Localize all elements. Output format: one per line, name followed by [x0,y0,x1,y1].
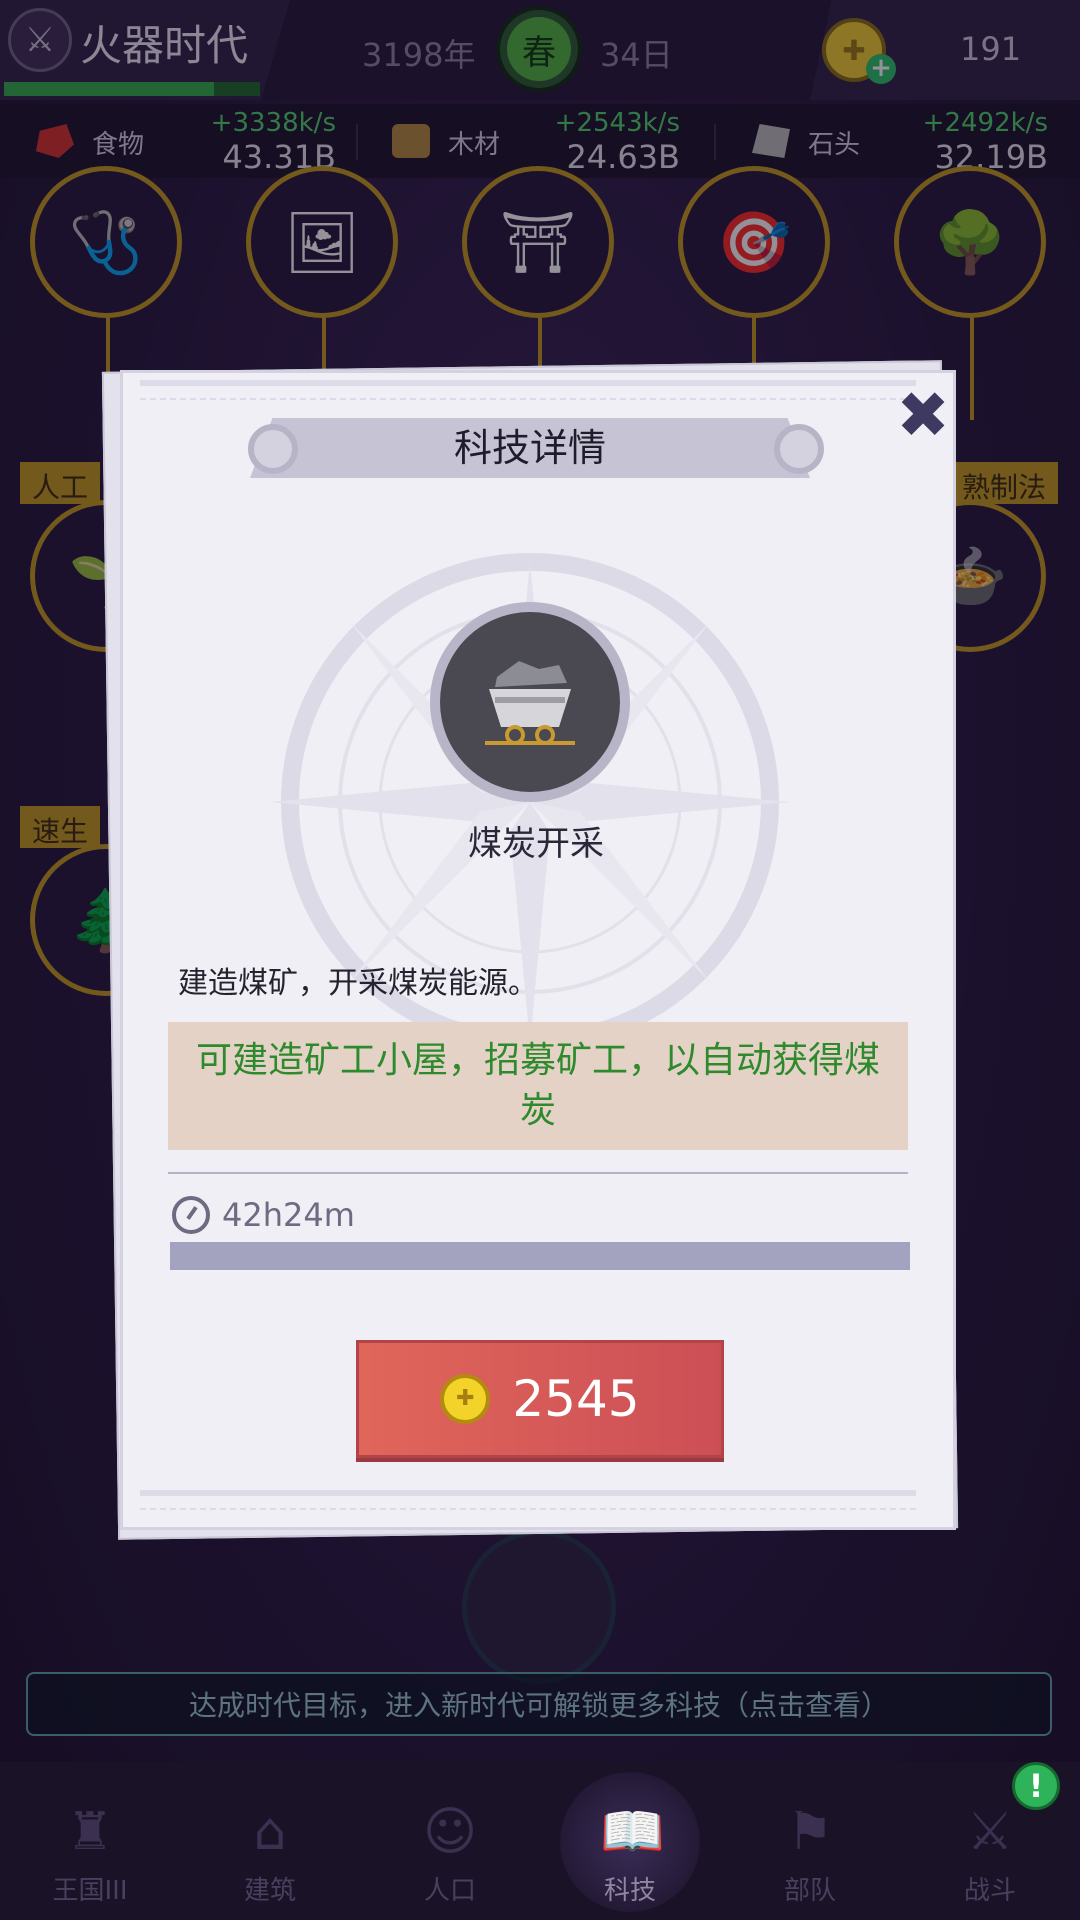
research-progress-bar [170,1242,910,1270]
tech-effect-box: 可建造矿工小屋，招募矿工，以自动获得煤炭 [168,1022,908,1150]
frame-ornament-bottom [140,1490,916,1510]
nav-label: 科技 [603,1876,656,1906]
era-goal-hint[interactable]: 达成时代目标，进入新时代可解锁更多科技（点击查看） [26,1672,1052,1736]
crossed-swords-icon: ⚔ [966,1802,1014,1862]
battle-alert-badge: ! [1012,1762,1060,1810]
nav-technology[interactable]: 📖 科技 [540,1762,720,1920]
gold-coin-icon: ✚ [440,1374,491,1424]
nav-label: 建筑 [243,1876,296,1906]
banner-icon: ⚑ [786,1802,834,1862]
castle-icon: ♜ [66,1802,114,1862]
tech-effect-text: 可建造矿工小屋，招募矿工，以自动获得煤炭 [195,1040,880,1131]
nav-label: 人口 [423,1876,476,1906]
nav-population[interactable]: ☺ 人口 [360,1762,540,1920]
tech-detail-modal: ✖ 科技详情 煤炭开采 建造煤矿，开采煤炭能源。 可建造矿工小屋，招募矿工，以自… [101,360,962,1540]
tech-icon-frame [430,602,630,802]
nav-kingdom[interactable]: ♜ 王国III [0,1762,180,1920]
close-button[interactable]: ✖ [894,384,952,448]
book-icon: 📖 [600,1802,665,1862]
tech-name: 煤炭开采 [468,824,604,864]
tech-description: 建造煤矿，开采煤炭能源。 [178,966,538,1001]
research-buy-button[interactable]: ✚ 2545 [356,1340,724,1458]
coal-cart-icon [440,612,620,792]
game-screen: ⚔ 火器时代 3198年 春 34日 ✚ + 191 食物 +3338k/s 4… [0,0,1080,1920]
research-duration: 42h24m [222,1196,355,1234]
nav-label: 部队 [783,1876,836,1906]
nav-buildings[interactable]: ⌂ 建筑 [180,1762,360,1920]
modal-title: 科技详情 [453,426,606,470]
timer-icon [172,1196,210,1234]
house-icon: ⌂ [253,1802,287,1862]
research-cost: 2545 [512,1370,640,1428]
nav-label: 战斗 [963,1876,1016,1906]
frame-ornament-top [140,380,916,400]
nav-label: 王国III [52,1876,128,1906]
nav-troops[interactable]: ⚑ 部队 [720,1762,900,1920]
divider [168,1172,908,1174]
person-icon: ☺ [422,1802,478,1862]
